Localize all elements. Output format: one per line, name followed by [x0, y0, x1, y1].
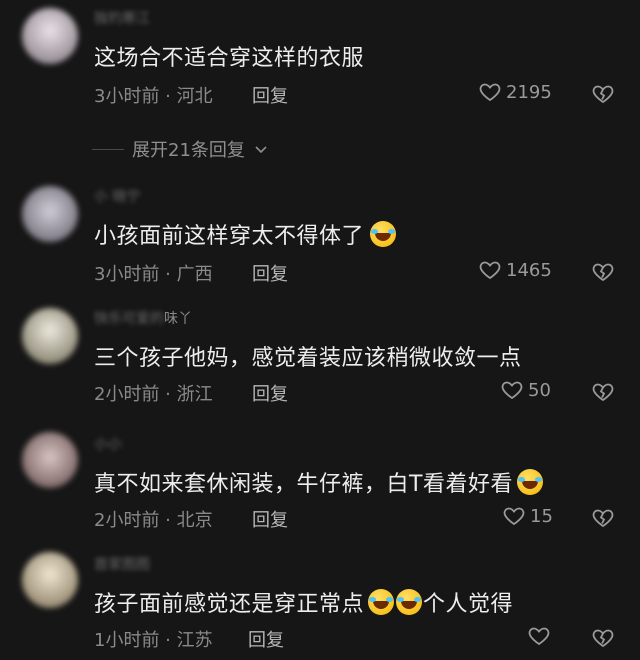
expand-replies-label: 展开21条回复 — [132, 140, 245, 161]
like-count: 50 — [528, 379, 551, 401]
reply-button[interactable]: 回复 — [252, 82, 288, 108]
comment-meta: 2小时前 · 北京 — [94, 510, 213, 531]
comment-username[interactable]: 小小 — [94, 434, 122, 454]
heart-outline-icon — [479, 261, 501, 280]
avatar[interactable] — [22, 186, 78, 242]
like-button[interactable] — [527, 624, 555, 648]
like-button[interactable]: 1465 — [478, 258, 552, 282]
comment-meta: 3小时前 · 广西 — [94, 264, 213, 285]
comment-meta: 1小时前 · 江苏 — [94, 630, 213, 651]
avatar[interactable] — [22, 552, 78, 608]
comment-text: 孩子面前感觉还是穿正常点 个人觉得 — [94, 586, 513, 618]
comment-username[interactable]: 小 晓宁 — [94, 186, 140, 206]
avatar[interactable] — [22, 432, 78, 488]
reply-button[interactable]: 回复 — [252, 506, 288, 532]
heart-outline-icon — [528, 627, 550, 646]
laughing-crying-emoji-icon — [370, 221, 397, 247]
broken-heart-icon[interactable] — [591, 380, 615, 404]
comment-text: 小孩面前这样穿太不得体了 — [94, 218, 397, 250]
comment-username[interactable]: 首家图图 — [94, 554, 150, 574]
comment-text: 三个孩子他妈，感觉着装应该稍微收敛一点 — [94, 346, 522, 371]
expand-replies-button[interactable]: 展开21条回复 — [92, 136, 269, 162]
broken-heart-icon[interactable] — [591, 506, 615, 530]
like-count: 15 — [530, 505, 553, 527]
comment-text: 这场合不适合穿这样的衣服 — [94, 46, 365, 71]
heart-outline-icon — [503, 507, 525, 526]
reply-button[interactable]: 回复 — [248, 626, 284, 652]
reply-button[interactable]: 回复 — [252, 260, 288, 286]
heart-outline-icon — [501, 381, 523, 400]
broken-heart-icon[interactable] — [591, 626, 615, 650]
heart-outline-icon — [479, 83, 501, 102]
like-count: 1465 — [506, 259, 552, 281]
comment-text: 真不如来套休闲装，牛仔裤，白T看着好看 — [94, 466, 544, 498]
broken-heart-icon[interactable] — [591, 82, 615, 106]
comment-username[interactable]: 快乐可爱的味丫 — [94, 308, 192, 328]
comment-meta: 2小时前 · 浙江 — [94, 384, 213, 405]
divider — [92, 148, 124, 150]
like-button[interactable]: 50 — [500, 378, 551, 402]
like-button[interactable]: 15 — [502, 504, 553, 528]
chevron-down-icon — [255, 146, 267, 154]
like-count: 2195 — [506, 81, 552, 103]
reply-button[interactable]: 回复 — [252, 380, 288, 406]
avatar[interactable] — [22, 8, 78, 64]
like-button[interactable]: 2195 — [478, 80, 552, 104]
broken-heart-icon[interactable] — [591, 260, 615, 284]
comment-username[interactable]: 独钓寒江 — [94, 8, 150, 28]
avatar[interactable] — [22, 308, 78, 364]
comment-meta: 3小时前 · 河北 — [94, 86, 213, 107]
laughing-crying-emoji-icon — [368, 589, 395, 615]
laughing-crying-emoji-icon — [516, 469, 543, 495]
laughing-crying-emoji-icon — [396, 589, 423, 615]
